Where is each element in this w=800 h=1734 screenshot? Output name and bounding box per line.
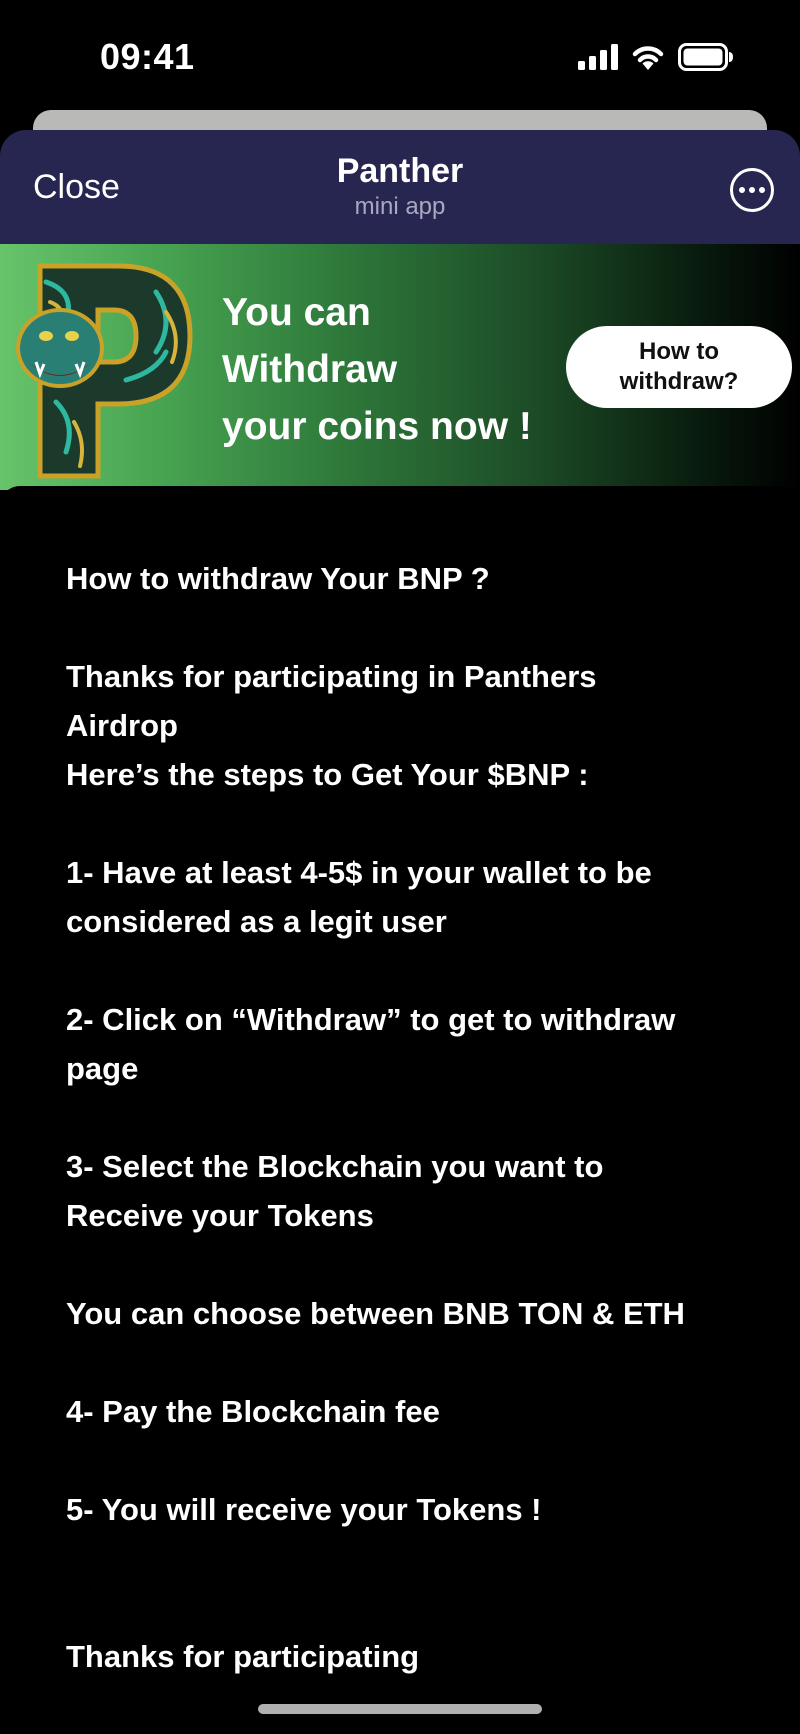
banner-line-3: your coins now ! bbox=[222, 405, 532, 448]
status-bar: 09:41 bbox=[0, 0, 800, 110]
how-to-withdraw-label-2: withdraw? bbox=[619, 368, 739, 395]
banner-headline: You can Withdraw your coins now ! bbox=[222, 284, 532, 455]
step-5: 5- You will receive your Tokens ! bbox=[66, 1492, 542, 1527]
cellular-signal-icon bbox=[578, 44, 618, 70]
instructions-heading: How to withdraw Your BNP ? bbox=[66, 561, 490, 596]
step-1-line-1: 1- Have at least 4-5$ in your wallet to … bbox=[66, 855, 652, 890]
step-2-line-2: page bbox=[66, 1051, 139, 1086]
thanks-intro-line-2: Airdrop bbox=[66, 708, 178, 743]
header-title-group: Panther mini app bbox=[0, 152, 800, 221]
more-dot-icon bbox=[739, 187, 745, 193]
thanks-intro-line-1: Thanks for participating in Panthers bbox=[66, 659, 597, 694]
how-to-withdraw-label-1: How to bbox=[639, 338, 719, 365]
more-dot-icon bbox=[759, 187, 765, 193]
more-dot-icon bbox=[749, 187, 755, 193]
status-time: 09:41 bbox=[100, 36, 195, 77]
closing-text: Thanks for participating bbox=[66, 1639, 420, 1674]
blockchain-choice-text: You can choose between BNB TON & ETH bbox=[66, 1296, 685, 1331]
more-options-button[interactable] bbox=[730, 168, 774, 212]
banner-line-1: You can bbox=[222, 291, 371, 334]
banner-line-2: Withdraw bbox=[222, 348, 398, 391]
step-2-line-1: 2- Click on “Withdraw” to get to withdra… bbox=[66, 1002, 676, 1037]
step-1-line-2: considered as a legit user bbox=[66, 904, 447, 939]
status-icons bbox=[578, 42, 734, 72]
app-title: Panther bbox=[336, 152, 464, 190]
wifi-icon bbox=[632, 46, 664, 70]
withdraw-instructions: How to withdraw Your BNP ? Thanks for pa… bbox=[66, 554, 756, 1681]
how-to-withdraw-button[interactable]: How to withdraw? bbox=[566, 326, 792, 408]
battery-icon bbox=[678, 43, 733, 71]
steps-intro: Here’s the steps to Get Your $BNP : bbox=[66, 757, 589, 792]
step-3-line-1: 3- Select the Blockchain you want to bbox=[66, 1149, 604, 1184]
step-4: 4- Pay the Blockchain fee bbox=[66, 1394, 440, 1429]
panther-p-logo-icon bbox=[16, 263, 193, 479]
home-indicator[interactable] bbox=[258, 1704, 542, 1714]
step-3-line-2: Receive your Tokens bbox=[66, 1198, 374, 1233]
app-subtitle: mini app bbox=[354, 193, 446, 220]
mini-app-header: Close Panther mini app bbox=[0, 130, 800, 244]
